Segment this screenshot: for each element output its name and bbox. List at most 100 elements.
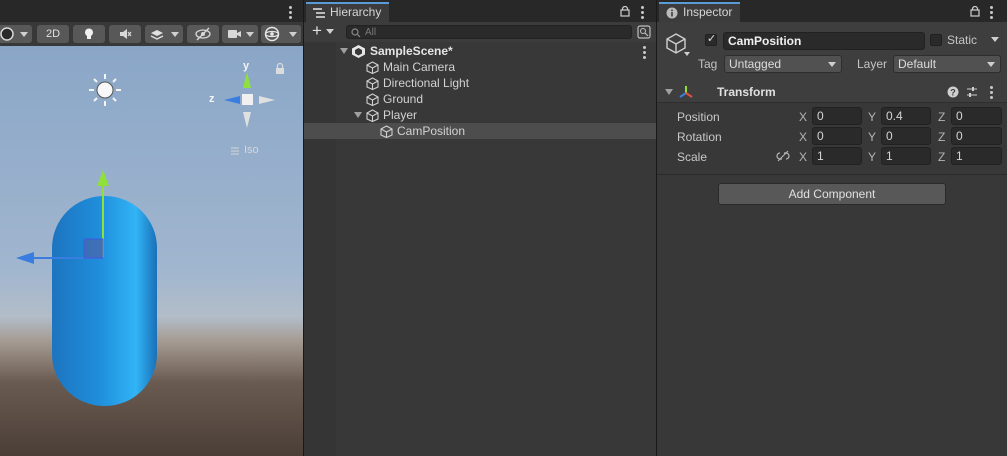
rotation-x-axis-label[interactable]: X	[799, 130, 807, 144]
directional-light-icon[interactable]	[89, 74, 121, 106]
camera-settings-dropdown[interactable]	[222, 25, 258, 43]
hierarchy-list-icon	[313, 8, 325, 18]
hierarchy-item-main-camera[interactable]: Main Camera	[304, 59, 656, 75]
scene-view-panel: 2D y z Iso	[0, 0, 303, 456]
hierarchy-item-player[interactable]: Player	[304, 107, 656, 123]
rotation-label: Rotation	[677, 130, 722, 144]
shading-sphere-icon	[0, 27, 14, 41]
search-icon	[351, 28, 361, 38]
lock-icon[interactable]	[276, 62, 284, 75]
expand-arrow-icon[interactable]	[340, 48, 348, 54]
inspector-panel: Inspector CamPosition Static Tag Untagge…	[657, 0, 1007, 456]
hidden-objects-toggle-button[interactable]	[187, 25, 219, 43]
player-capsule[interactable]	[52, 196, 157, 406]
hierarchy-search-input[interactable]: All	[346, 25, 632, 39]
icon-dropdown-arrow[interactable]	[684, 52, 690, 56]
tab-hierarchy-label: Hierarchy	[330, 5, 382, 19]
hierarchy-item-directional-light[interactable]: Directional Light	[304, 75, 656, 91]
lightbulb-icon	[85, 28, 93, 39]
gizmo-sphere-icon	[264, 26, 280, 42]
scene-visibility-icon[interactable]	[637, 25, 651, 39]
object-header: CamPosition Static Tag Untagged Layer De…	[657, 22, 1007, 83]
hierarchy-tree: SampleScene* Main Camera Directional Lig…	[304, 42, 656, 456]
hierarchy-item-samplescene[interactable]: SampleScene*	[304, 43, 656, 59]
scale-x-axis-label[interactable]: X	[799, 150, 807, 164]
effects-dropdown[interactable]	[145, 25, 183, 43]
help-icon[interactable]: ?	[947, 86, 959, 98]
audio-toggle-button[interactable]	[109, 25, 141, 43]
scale-z-axis-label[interactable]: Z	[938, 150, 945, 164]
tab-inspector-label: Inspector	[683, 5, 733, 19]
hierarchy-item-camposition[interactable]: CamPosition	[304, 123, 656, 139]
constrain-proportions-icon[interactable]	[776, 150, 790, 162]
hierarchy-item-ground[interactable]: Ground	[304, 91, 656, 107]
camera-icon	[228, 30, 241, 38]
projection-label[interactable]: Iso	[244, 144, 259, 156]
scale-x-field[interactable]: 1	[812, 147, 862, 165]
add-component-button[interactable]: Add Component	[718, 183, 946, 205]
hierarchy-lock-icon[interactable]	[620, 6, 630, 17]
gameobject-large-icon[interactable]	[665, 32, 687, 54]
static-checkbox[interactable]	[930, 34, 942, 46]
static-label: Static	[947, 33, 978, 47]
gizmos-dropdown[interactable]	[261, 25, 301, 43]
gizmo-z-label: z	[209, 93, 215, 105]
eye-slash-icon	[195, 27, 211, 41]
presets-sliders-icon[interactable]	[966, 86, 978, 98]
inspector-menu-icon[interactable]	[990, 6, 993, 21]
lighting-toggle-button[interactable]	[73, 25, 105, 43]
position-label: Position	[677, 110, 720, 124]
unity-scene-icon	[352, 45, 365, 58]
scene-viewport[interactable]: y z Iso	[0, 46, 303, 456]
static-dropdown-arrow[interactable]	[991, 37, 999, 42]
2d-toggle-button[interactable]: 2D	[37, 25, 69, 43]
position-y-field[interactable]: 0.4	[881, 107, 931, 125]
scale-y-axis-label[interactable]: Y	[868, 150, 876, 164]
rotation-x-field[interactable]: 0	[812, 127, 862, 145]
tab-inspector[interactable]: Inspector	[659, 2, 741, 22]
audio-muted-icon	[120, 29, 132, 39]
layer-dropdown[interactable]: Default	[893, 55, 1001, 73]
transform-component-header[interactable]: Transform ?	[657, 82, 1007, 103]
gizmo-y-label: y	[243, 60, 250, 72]
transform-axes-icon	[679, 86, 693, 98]
rotation-y-field[interactable]: 0	[881, 127, 931, 145]
hierarchy-panel: Hierarchy + All SampleScene* Main Camera	[304, 0, 656, 456]
position-z-axis-label[interactable]: Z	[938, 110, 945, 124]
hierarchy-item-label: Ground	[383, 92, 424, 106]
expand-arrow-icon[interactable]	[354, 112, 362, 118]
position-z-field[interactable]: 0	[951, 107, 1002, 125]
projection-menu-icon[interactable]	[231, 147, 239, 155]
layer-label: Layer	[857, 57, 888, 71]
hierarchy-item-label: CamPosition	[397, 124, 466, 138]
hierarchy-item-label: SampleScene*	[370, 44, 453, 58]
scale-z-field[interactable]: 1	[951, 147, 1002, 165]
inspector-tab-bar: Inspector	[657, 0, 1007, 23]
tag-dropdown[interactable]: Untagged	[724, 55, 842, 73]
position-y-axis-label[interactable]: Y	[868, 110, 876, 124]
effects-layers-icon	[150, 30, 164, 40]
rotation-y-axis-label[interactable]: Y	[868, 130, 876, 144]
inspector-lock-icon[interactable]	[970, 6, 980, 17]
rotation-z-axis-label[interactable]: Z	[938, 130, 945, 144]
svg-text:?: ?	[950, 88, 956, 98]
hierarchy-menu-icon[interactable]	[641, 6, 644, 21]
gameobject-cube-icon	[366, 93, 379, 106]
scene-menu-icon[interactable]	[289, 6, 292, 21]
gameobject-cube-icon	[366, 109, 379, 122]
component-menu-icon[interactable]	[990, 86, 993, 101]
transform-foldout-arrow[interactable]	[665, 89, 673, 95]
active-checkbox[interactable]	[705, 32, 717, 46]
object-name-field[interactable]: CamPosition	[723, 32, 925, 50]
add-object-button[interactable]: +	[312, 21, 322, 41]
scale-label: Scale	[677, 150, 708, 164]
shading-mode-dropdown[interactable]	[0, 25, 32, 43]
position-x-field[interactable]: 0	[812, 107, 862, 125]
scale-y-field[interactable]: 1	[881, 147, 931, 165]
rotation-z-field[interactable]: 0	[951, 127, 1002, 145]
tag-label: Tag	[698, 57, 718, 71]
add-object-dropdown-arrow[interactable]	[326, 29, 334, 34]
position-x-axis-label[interactable]: X	[799, 110, 807, 124]
orientation-gizmo[interactable]	[224, 72, 275, 128]
tab-hierarchy[interactable]: Hierarchy	[306, 2, 390, 22]
